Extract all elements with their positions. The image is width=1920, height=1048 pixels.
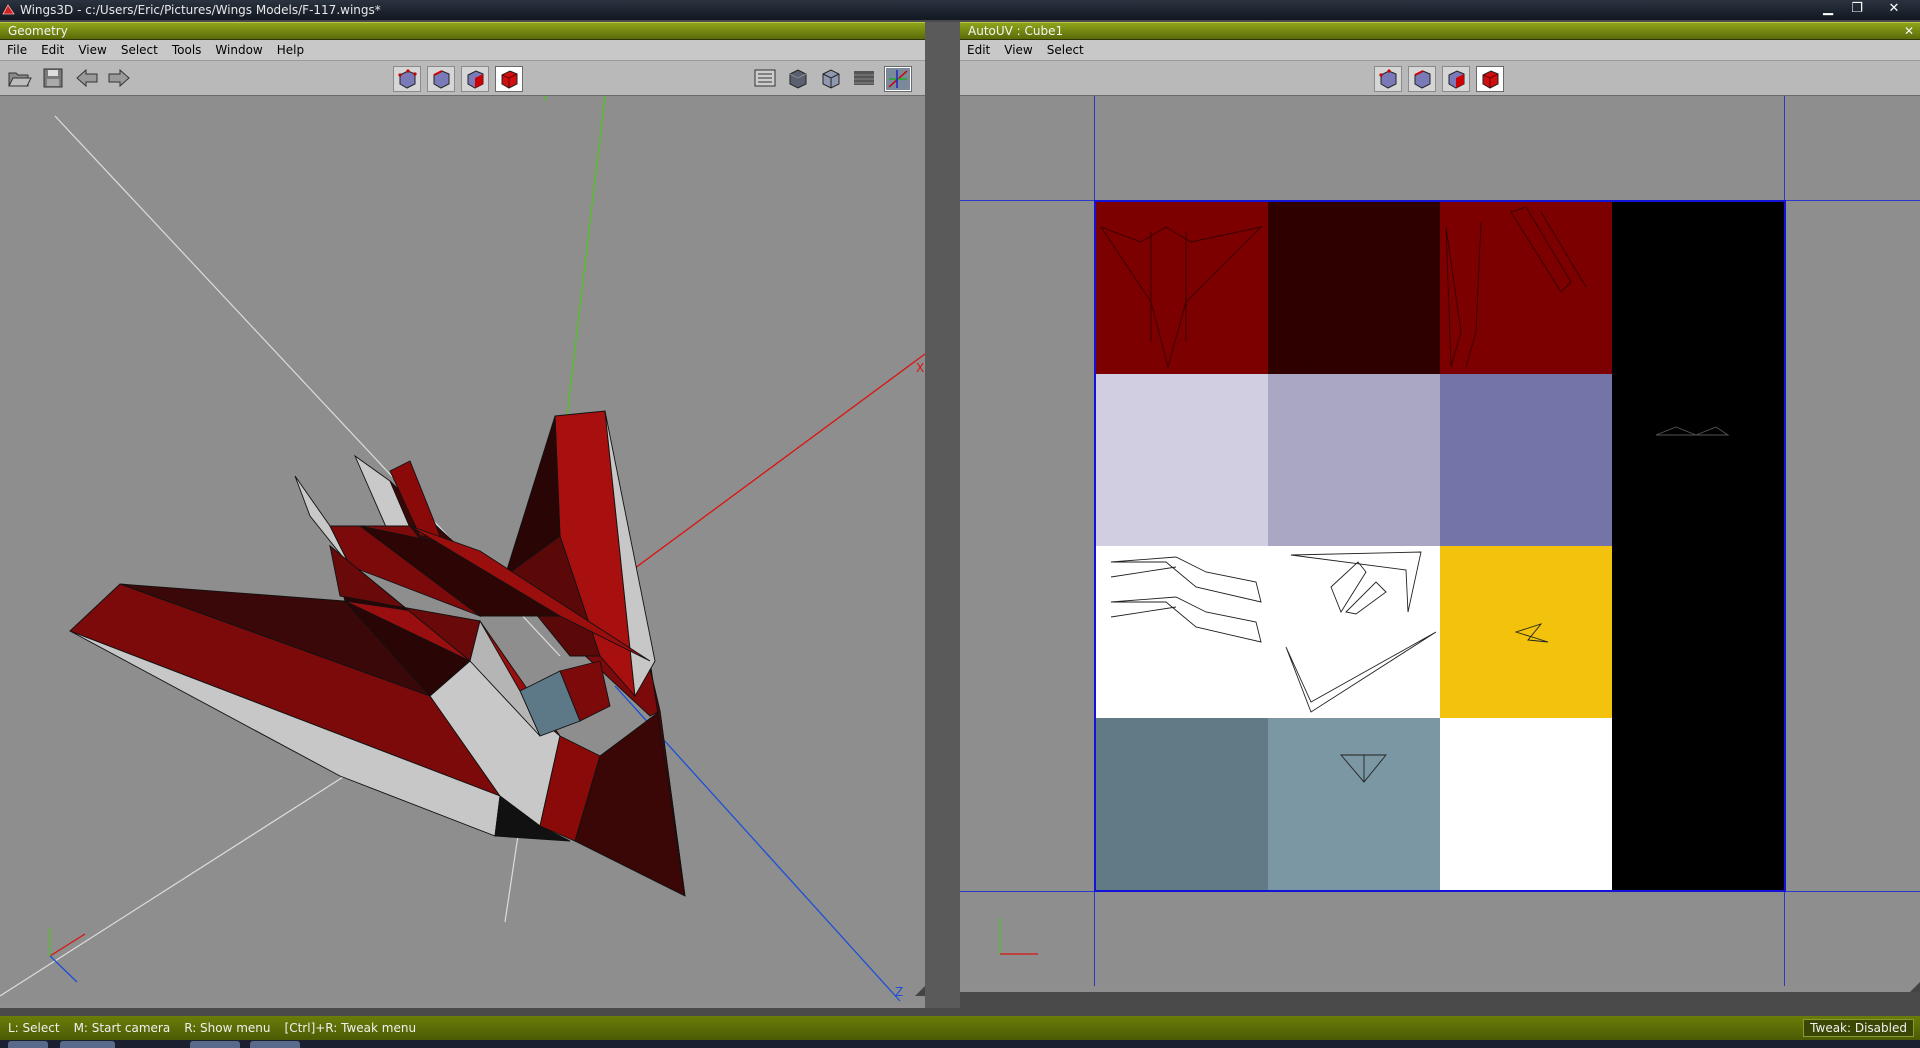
status-hint-menu: R: Show menu [184, 1021, 271, 1035]
face-mode-icon[interactable] [1442, 66, 1470, 92]
open-icon[interactable] [6, 66, 32, 90]
uv-texture-atlas[interactable] [1094, 200, 1786, 892]
os-title-bar: Wings3D - c:/Users/Eric/Pictures/Wings M… [0, 0, 1920, 20]
x-axis-label: X [916, 361, 924, 375]
menu-window[interactable]: Window [208, 40, 269, 57]
orientation-gizmo [49, 928, 86, 983]
status-bar: L: Select M: Start camera R: Show menu [Ctr… [0, 1016, 1920, 1040]
resize-handle-icon[interactable] [915, 986, 925, 996]
status-hint-tweak-menu: [Ctrl]+R: Tweak menu [284, 1021, 417, 1035]
menu-select[interactable]: Select [114, 40, 165, 57]
geometry-3d-scene[interactable]: Y X Z [0, 96, 925, 1004]
geometry-menubar: File Edit View Select Tools Window Help [0, 40, 925, 61]
vertex-mode-icon[interactable] [393, 66, 421, 92]
status-hint-camera: M: Start camera [73, 1021, 171, 1035]
wireframe-icon[interactable] [818, 66, 844, 90]
autouv-menu-select[interactable]: Select [1040, 40, 1091, 57]
autouv-title-text: AutoUV : Cube1 [968, 24, 1064, 38]
close-button[interactable]: ✕ [1880, 0, 1908, 18]
undo-arrow-icon[interactable] [74, 66, 100, 90]
vertex-mode-icon[interactable] [1374, 66, 1402, 92]
autouv-menu-view[interactable]: View [997, 40, 1039, 57]
menu-file[interactable]: File [0, 40, 34, 57]
autouv-menu-edit[interactable]: Edit [960, 40, 997, 57]
taskbar-item[interactable] [250, 1041, 300, 1048]
body-mode-icon[interactable] [1476, 66, 1504, 92]
menu-tools[interactable]: Tools [165, 40, 209, 57]
geometry-viewport[interactable]: Y X Z [0, 96, 925, 1004]
taskbar-item[interactable] [8, 1041, 48, 1048]
menu-view[interactable]: View [71, 40, 113, 57]
maximize-button[interactable]: ❐ [1843, 0, 1871, 18]
edge-mode-icon[interactable] [427, 66, 455, 92]
menu-help[interactable]: Help [270, 40, 311, 57]
minimize-button[interactable]: ▁ [1814, 0, 1842, 18]
wings3d-app-icon [2, 4, 15, 15]
uv-axis-gizmo [999, 918, 1038, 955]
geometry-pane-title[interactable]: Geometry [0, 22, 925, 40]
redo-arrow-icon[interactable] [106, 66, 132, 90]
uv-resize-handle-icon[interactable] [1910, 982, 1920, 992]
edge-mode-icon[interactable] [1408, 66, 1436, 92]
perspective-icon[interactable] [851, 66, 877, 90]
pane-splitter[interactable] [925, 22, 960, 1008]
save-icon[interactable] [40, 66, 66, 90]
taskbar-item[interactable] [60, 1041, 115, 1048]
window-title: Wings3D - c:/Users/Eric/Pictures/Wings M… [20, 3, 381, 17]
autouv-toolbar [960, 61, 1920, 96]
body-mode-icon[interactable] [495, 66, 523, 92]
f117-mesh[interactable] [69, 410, 686, 897]
autouv-menubar: Edit View Select [960, 40, 1920, 61]
menu-edit[interactable]: Edit [34, 40, 71, 57]
z-axis-label: Z [895, 985, 903, 999]
taskbar-item[interactable] [190, 1041, 240, 1048]
tweak-status-badge[interactable]: Tweak: Disabled [1803, 1019, 1914, 1037]
uv-wireframe-charts[interactable] [1096, 202, 1784, 890]
status-hint-select: L: Select [8, 1021, 60, 1035]
face-mode-icon[interactable] [461, 66, 489, 92]
smooth-shade-icon[interactable] [785, 66, 811, 90]
geometry-window: Geometry File Edit View Select Tools Window He… [0, 22, 925, 1008]
autouv-window: AutoUV : Cube1 ✕ Edit View Select [960, 22, 1920, 992]
geometry-toolbar [0, 61, 925, 96]
autouv-close-icon[interactable]: ✕ [1904, 23, 1914, 39]
os-taskbar [0, 1040, 1920, 1048]
y-axis-label: Y [541, 96, 549, 104]
autouv-pane-title[interactable]: AutoUV : Cube1 ✕ [960, 22, 1920, 40]
uv-editor-viewport[interactable] [960, 96, 1920, 986]
groundplane-icon[interactable] [752, 66, 778, 90]
axes-icon[interactable] [884, 66, 912, 92]
